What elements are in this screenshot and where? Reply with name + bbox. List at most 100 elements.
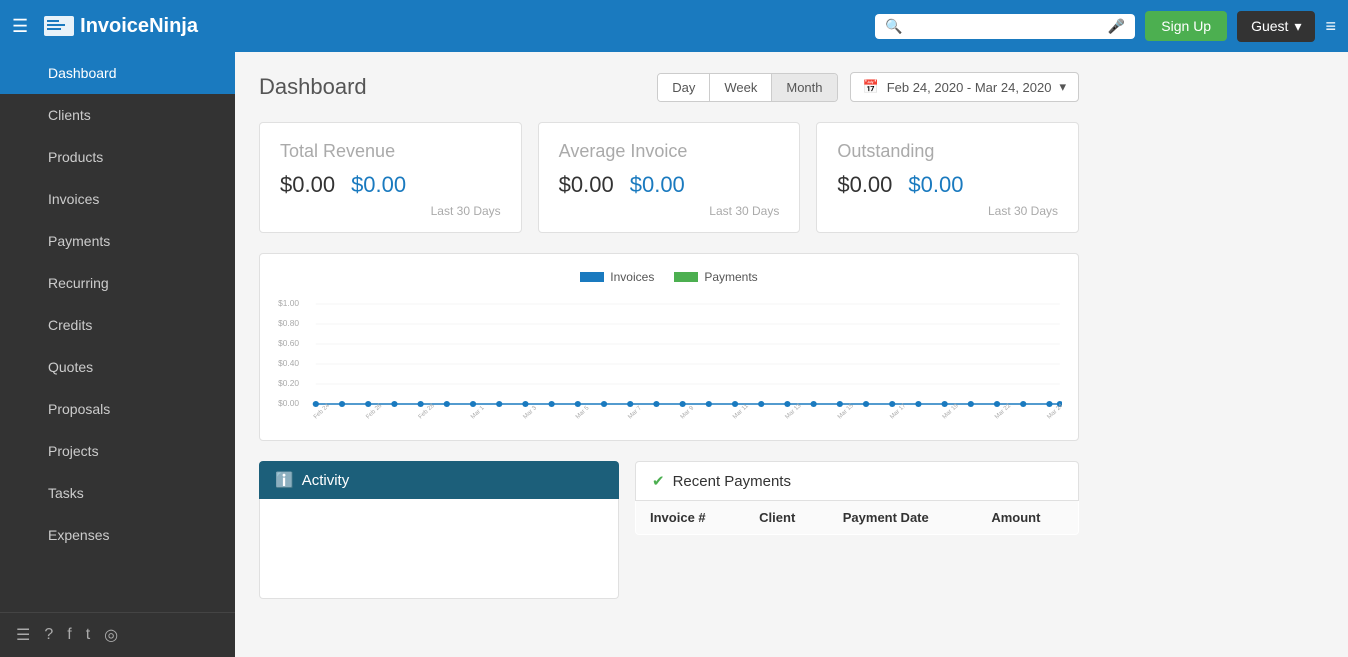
sidebar-item-credits[interactable]: Credits — [0, 304, 235, 346]
chart-section: Invoices Payments $1.00 $0.80 $0.60 $0.4… — [259, 253, 1079, 441]
sidebar-item-label: Tasks — [48, 485, 84, 501]
date-range-text: Feb 24, 2020 - Mar 24, 2020 — [887, 80, 1052, 95]
sidebar-item-label: Proposals — [48, 401, 110, 417]
stat-val-black-1: $0.00 — [559, 172, 614, 198]
stat-card-values-1: $0.00 $0.00 — [559, 172, 780, 198]
content-inner: Dashboard DayWeekMonth 📅 Feb 24, 2020 - … — [259, 72, 1079, 599]
content-area: Dashboard DayWeekMonth 📅 Feb 24, 2020 - … — [235, 52, 1348, 657]
footer-facebook-icon[interactable]: f — [67, 626, 71, 644]
sidebar-item-products[interactable]: Products — [0, 136, 235, 178]
sidebar-item-label: Projects — [48, 443, 99, 459]
legend-payments: Payments — [674, 270, 757, 284]
stat-val-blue-2: $0.00 — [908, 172, 963, 198]
recent-payments-header: ✔ Recent Payments — [635, 461, 1079, 501]
stat-card-sub-0: Last 30 Days — [280, 204, 501, 218]
svg-text:$0.80: $0.80 — [278, 319, 299, 328]
payments-header-row: Invoice #ClientPayment DateAmount — [636, 501, 1079, 535]
calendar-icon: 📅 — [863, 79, 879, 95]
svg-text:$0.40: $0.40 — [278, 359, 299, 368]
period-tab-day[interactable]: Day — [658, 74, 710, 101]
dashboard-controls: DayWeekMonth 📅 Feb 24, 2020 - Mar 24, 20… — [657, 72, 1079, 102]
stat-card-0: Total Revenue $0.00 $0.00 Last 30 Days — [259, 122, 522, 233]
signup-button[interactable]: Sign Up — [1145, 11, 1227, 41]
sidebar-item-label: Quotes — [48, 359, 93, 375]
sidebar-item-label: Expenses — [48, 527, 109, 543]
sidebar-footer: ☰ ? f t ◎ — [0, 612, 235, 657]
activity-section: ℹ️ Activity — [259, 461, 619, 599]
svg-text:$0.00: $0.00 — [278, 399, 299, 408]
stat-val-black-0: $0.00 — [280, 172, 335, 198]
legend-payments-box — [674, 272, 698, 282]
sidebar-item-expenses[interactable]: Expenses — [0, 514, 235, 556]
stat-card-1: Average Invoice $0.00 $0.00 Last 30 Days — [538, 122, 801, 233]
stat-card-title-2: Outstanding — [837, 141, 1058, 162]
sidebar-item-label: Products — [48, 149, 103, 165]
stat-val-blue-0: $0.00 — [351, 172, 406, 198]
sidebar-item-label: Clients — [48, 107, 91, 123]
sidebar-item-label: Credits — [48, 317, 92, 333]
recent-payments-title: Recent Payments — [673, 473, 791, 490]
stat-card-sub-2: Last 30 Days — [837, 204, 1058, 218]
stat-card-values-0: $0.00 $0.00 — [280, 172, 501, 198]
stat-card-2: Outstanding $0.00 $0.00 Last 30 Days — [816, 122, 1079, 233]
payments-col-payment-date: Payment Date — [829, 501, 978, 535]
activity-header: ℹ️ Activity — [259, 461, 619, 499]
legend-invoices-label: Invoices — [610, 270, 654, 284]
sidebar-scroll: Dashboard Clients Products Invoices Payments… — [0, 52, 235, 612]
date-range-button[interactable]: 📅 Feb 24, 2020 - Mar 24, 2020 ▾ — [850, 72, 1080, 102]
sidebar-item-dashboard[interactable]: Dashboard — [0, 52, 235, 94]
stat-card-title-1: Average Invoice — [559, 141, 780, 162]
payments-col-client: Client — [745, 501, 829, 535]
chart-svg: $1.00 $0.80 $0.60 $0.40 $0.20 $0.00 — [276, 294, 1062, 424]
main-layout: Dashboard Clients Products Invoices Payments… — [0, 52, 1348, 657]
sidebar-item-quotes[interactable]: Quotes — [0, 346, 235, 388]
activity-title: Activity — [302, 472, 350, 489]
period-tabs: DayWeekMonth — [657, 73, 837, 102]
stat-card-values-2: $0.00 $0.00 — [837, 172, 1058, 198]
sidebar-item-payments[interactable]: Payments — [0, 220, 235, 262]
period-tab-week[interactable]: Week — [710, 74, 772, 101]
svg-text:$1.00: $1.00 — [278, 299, 299, 308]
period-tab-month[interactable]: Month — [772, 74, 836, 101]
footer-github-icon[interactable]: ◎ — [104, 625, 118, 645]
stat-val-blue-1: $0.00 — [630, 172, 685, 198]
topnav: ☰ InvoiceNinja 🔍 🎤 Sign Up Guest ▾ ≡ — [0, 0, 1348, 52]
recent-payments-section: ✔ Recent Payments Invoice #ClientPayment… — [635, 461, 1079, 599]
search-box[interactable]: 🔍 🎤 — [875, 14, 1135, 39]
stat-card-sub-1: Last 30 Days — [559, 204, 780, 218]
sidebar: Dashboard Clients Products Invoices Payments… — [0, 52, 235, 657]
sidebar-item-clients[interactable]: Clients — [0, 94, 235, 136]
guest-button[interactable]: Guest ▾ — [1237, 11, 1315, 42]
footer-twitter-icon[interactable]: t — [86, 626, 90, 644]
sidebar-item-tasks[interactable]: Tasks — [0, 472, 235, 514]
stat-card-title-0: Total Revenue — [280, 141, 501, 162]
legend-invoices-box — [580, 272, 604, 282]
stat-cards: Total Revenue $0.00 $0.00 Last 30 Days A… — [259, 122, 1079, 233]
footer-help-icon[interactable]: ? — [44, 626, 53, 644]
mic-icon[interactable]: 🎤 — [1108, 18, 1125, 35]
guest-label: Guest — [1251, 18, 1288, 34]
payments-table-head: Invoice #ClientPayment DateAmount — [636, 501, 1079, 535]
activity-info-icon: ℹ️ — [275, 471, 294, 489]
sidebar-item-proposals[interactable]: Proposals — [0, 388, 235, 430]
search-icon: 🔍 — [885, 18, 902, 35]
guest-chevron-icon: ▾ — [1294, 18, 1301, 35]
sidebar-item-recurring[interactable]: Recurring — [0, 262, 235, 304]
search-input[interactable] — [909, 19, 1102, 34]
footer-menu-icon[interactable]: ☰ — [16, 625, 30, 645]
svg-text:$0.60: $0.60 — [278, 339, 299, 348]
sidebar-item-projects[interactable]: Projects — [0, 430, 235, 472]
payments-table: Invoice #ClientPayment DateAmount — [635, 501, 1079, 535]
sidebar-item-label: Dashboard — [48, 65, 117, 81]
stat-val-black-2: $0.00 — [837, 172, 892, 198]
legend-invoices: Invoices — [580, 270, 654, 284]
logo-text: InvoiceNinja — [80, 15, 198, 38]
sidebar-item-invoices[interactable]: Invoices — [0, 178, 235, 220]
chart-container: $1.00 $0.80 $0.60 $0.40 $0.20 $0.00 — [276, 294, 1062, 424]
hamburger-icon[interactable]: ☰ — [12, 16, 28, 37]
date-range-chevron-icon: ▾ — [1059, 79, 1066, 95]
page-title: Dashboard — [259, 74, 367, 100]
more-options-icon[interactable]: ≡ — [1325, 16, 1336, 37]
sidebar-item-label: Invoices — [48, 191, 99, 207]
sidebar-item-label: Payments — [48, 233, 110, 249]
